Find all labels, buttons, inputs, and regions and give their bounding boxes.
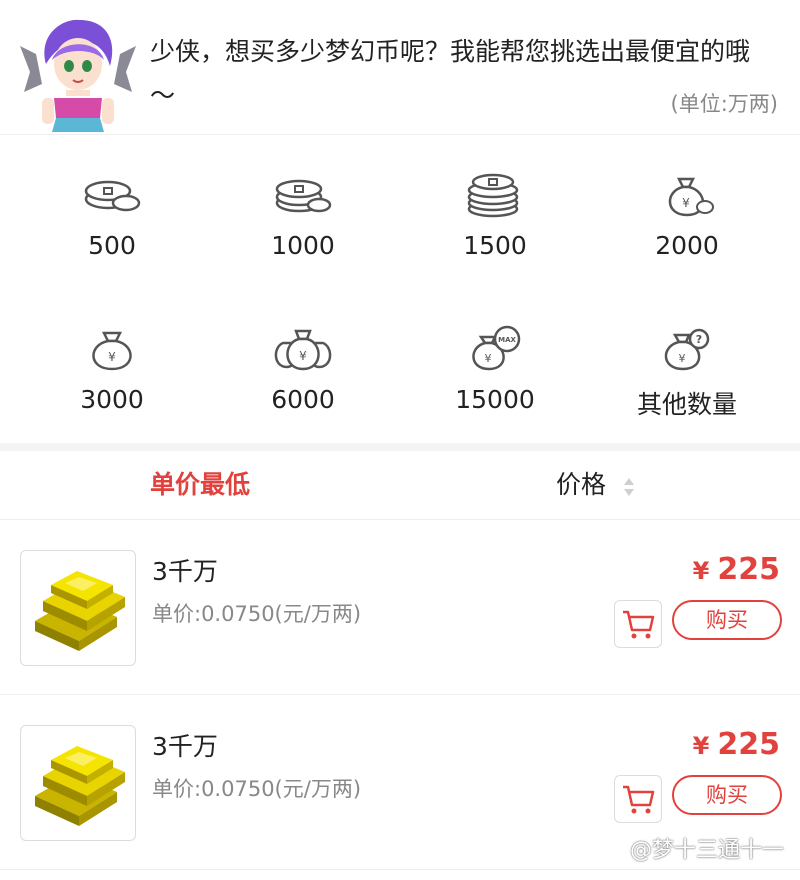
unit-note: (单位:万两): [670, 92, 778, 116]
listing-price: ¥225: [693, 552, 780, 587]
coins-tall-stack-icon: [467, 173, 519, 218]
coins-stack-icon: [275, 179, 332, 213]
coins-small-icon: [84, 180, 141, 212]
currency-symbol: ¥: [692, 557, 710, 585]
amount-option-1000[interactable]: 1000: [203, 135, 403, 289]
listing-unit-price: 单价:0.0750(元/万两): [152, 777, 362, 801]
price-value: 225: [717, 727, 780, 762]
add-to-cart-button[interactable]: [614, 775, 662, 823]
amount-option-3000[interactable]: ¥ 3000: [12, 289, 212, 443]
watermark: @梦十三通十一: [629, 838, 784, 863]
gold-bars-image: [20, 725, 136, 841]
amount-label: 500: [88, 231, 136, 260]
svg-text:MAX: MAX: [498, 336, 516, 344]
amount-option-2000[interactable]: ¥ 2000: [587, 135, 787, 289]
svg-text:¥: ¥: [679, 352, 686, 365]
amount-label: 1000: [271, 231, 335, 260]
price-value: 225: [717, 552, 780, 587]
listing-item[interactable]: 3千万 单价:0.0750(元/万两) ¥225 购买: [0, 520, 800, 695]
listing-unit-price: 单价:0.0750(元/万两): [152, 602, 362, 626]
add-to-cart-button[interactable]: [614, 600, 662, 648]
sort-lowest-unit-price-tab[interactable]: 单价最低: [0, 451, 400, 519]
money-bag-icon: ¥: [92, 331, 132, 371]
amount-options: 500 1000 1500 ¥ 2000 ¥ 3000 ¥ 6000 ¥ MAX…: [0, 135, 800, 443]
amount-label: 1500: [463, 231, 527, 260]
amount-option-500[interactable]: 500: [12, 135, 212, 289]
amount-option-15000[interactable]: ¥ MAX 15000: [395, 289, 595, 443]
sort-bar: 单价最低 价格: [0, 451, 800, 520]
shop-header: 少侠，想买多少梦幻币呢？我能帮您挑选出最便宜的哦～ (单位:万两): [0, 0, 800, 135]
cart-icon: [623, 785, 655, 814]
mascot-avatar: [20, 19, 136, 132]
svg-text:¥: ¥: [485, 352, 492, 365]
amount-option-other[interactable]: ¥ ? 其他数量: [587, 289, 787, 443]
gold-bars-image: [20, 550, 136, 666]
svg-text:¥: ¥: [299, 349, 307, 363]
amount-label: 2000: [655, 231, 719, 260]
buy-button[interactable]: 购买: [672, 775, 782, 815]
buy-button[interactable]: 购买: [672, 600, 782, 640]
amount-option-1500[interactable]: 1500: [395, 135, 595, 289]
amount-label: 6000: [271, 385, 335, 414]
sort-arrows-icon[interactable]: [622, 476, 636, 498]
amount-label: 3000: [80, 385, 144, 414]
currency-symbol: ¥: [692, 732, 710, 760]
money-bags-icon: ¥: [274, 329, 332, 371]
sort-price-tab[interactable]: 价格: [556, 451, 606, 519]
svg-text:¥: ¥: [682, 196, 690, 210]
svg-text:¥: ¥: [108, 350, 116, 364]
amount-label: 其他数量: [636, 390, 737, 419]
listing-price: ¥225: [693, 727, 780, 762]
money-bag-max-icon: ¥ MAX: [472, 325, 521, 371]
cart-icon: [623, 610, 655, 639]
svg-text:?: ?: [696, 333, 702, 346]
money-bag-question-icon: ¥ ?: [664, 328, 710, 371]
listing-amount: 3千万: [152, 557, 218, 586]
amount-label: 15000: [455, 385, 535, 414]
money-bag-icon: ¥: [668, 177, 714, 217]
listing-amount: 3千万: [152, 732, 218, 761]
section-divider: [0, 443, 800, 451]
amount-option-6000[interactable]: ¥ 6000: [203, 289, 403, 443]
